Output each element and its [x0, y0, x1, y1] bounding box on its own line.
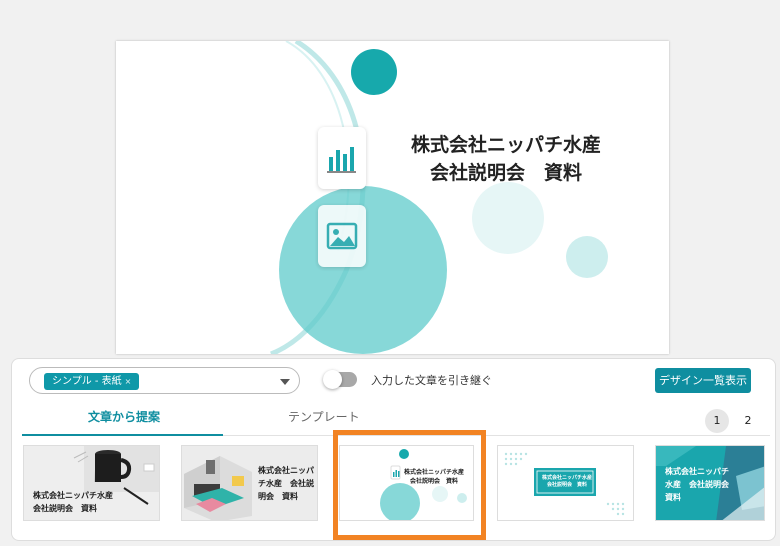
slide-title-line2: 会社説明会 資料 — [429, 162, 582, 184]
thumbnail-2-title-line3: 明会 資料 — [258, 492, 298, 501]
slide-preview[interactable]: 株式会社ニッパチ水産 会社説明会 資料 — [116, 41, 669, 354]
thumbnail-4-title: 株式会社ニッパチ水産 会社説明会 資料 — [542, 475, 592, 489]
design-chip[interactable]: シンプル - 表紙 × — [44, 373, 140, 390]
thumbnail-5-title-line1: 株式会社ニッパチ — [665, 467, 729, 476]
design-thumbnail-4[interactable]: 株式会社ニッパチ水産 会社説明会 資料 — [497, 445, 634, 521]
thumbnail-1-title-line2: 会社説明会 資料 — [33, 504, 97, 513]
thumbnail-5-title: 株式会社ニッパチ 水産 会社説明会 資料 — [665, 465, 729, 504]
thumbnail-1-title: 株式会社ニッパチ水産 会社説明会 資料 — [33, 489, 113, 515]
toggle-knob — [323, 370, 342, 389]
page-button-2[interactable]: 2 — [736, 409, 760, 433]
thumbnail-5-title-line2: 水産 会社説明会 — [665, 480, 729, 489]
image-icon — [326, 222, 358, 250]
toggle-label: 入力した文章を引き継ぐ — [371, 374, 492, 387]
image-icon-tile — [318, 205, 366, 267]
design-list-button[interactable]: デザイン一覧表示 — [655, 368, 751, 393]
slide-title-line1: 株式会社ニッパチ水産 — [410, 134, 601, 156]
slide-background-graphics — [270, 41, 608, 354]
thumbnail-4-title-line2: 会社説明会 資料 — [547, 482, 588, 488]
carry-over-text-toggle[interactable] — [323, 370, 357, 389]
chart-icon-tile — [318, 127, 366, 189]
thumbnail-2-title-line2: チ水産 会社説 — [258, 479, 314, 488]
thumbnail-4-title-line1: 株式会社ニッパチ水産 — [542, 475, 593, 481]
tab-templates[interactable]: テンプレート — [288, 408, 360, 425]
design-thumbnail-5[interactable]: 株式会社ニッパチ 水産 会社説明会 資料 — [655, 445, 765, 521]
selected-thumbnail-highlight — [333, 430, 486, 540]
page-button-1[interactable]: 1 — [705, 409, 729, 433]
bar-chart-icon — [327, 147, 356, 173]
tab-suggest-from-text[interactable]: 文章から提案 — [88, 408, 160, 425]
chevron-down-icon[interactable] — [280, 379, 290, 385]
design-thumbnail-2[interactable]: 株式会社ニッパ チ水産 会社説 明会 資料 — [181, 445, 318, 521]
chip-remove-icon[interactable]: × — [125, 377, 132, 386]
design-chip-label: シンプル - 表紙 — [52, 376, 122, 387]
thumbnail-2-title-line1: 株式会社ニッパ — [258, 466, 314, 475]
thumbnail-1-title-line1: 株式会社ニッパチ水産 — [33, 491, 113, 500]
slide-title: 株式会社ニッパチ水産 会社説明会 資料 — [386, 131, 626, 187]
design-thumbnail-1[interactable]: 株式会社ニッパチ水産 会社説明会 資料 — [23, 445, 160, 521]
thumbnail-2-title: 株式会社ニッパ チ水産 会社説 明会 資料 — [258, 464, 314, 503]
thumbnail-5-title-line3: 資料 — [665, 493, 681, 502]
design-select[interactable]: シンプル - 表紙 × — [29, 367, 300, 394]
active-tab-indicator — [22, 434, 223, 436]
